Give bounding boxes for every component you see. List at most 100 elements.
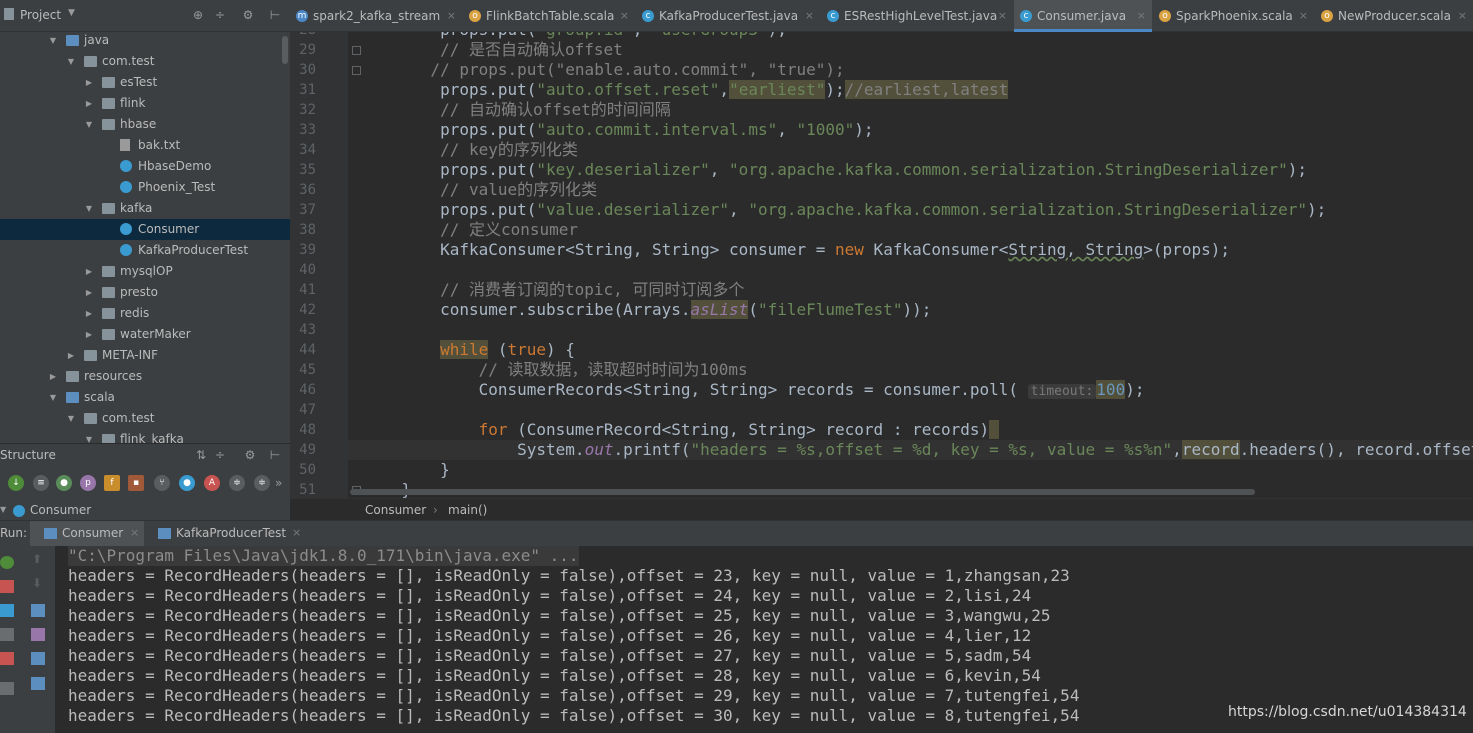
tree-item[interactable]: ▶ waterMaker [0,324,290,345]
locate-icon[interactable]: ⊕ [191,8,205,22]
camera-icon[interactable] [0,628,14,641]
fold-icon[interactable] [352,66,361,75]
chevron-icon[interactable]: ▶ [84,261,94,282]
tree-item[interactable]: bak.txt [0,135,290,156]
chevron-icon[interactable]: ▼ [48,387,58,408]
code-editor[interactable]: 28 29 30 31 32 33 34 35 36 37 38 39 40 41 42 43 44 45 46 47… [290,32,1473,498]
project-dropdown-icon[interactable]: ▼ [68,8,75,18]
close-icon[interactable]: × [447,0,456,32]
chevron-down-icon[interactable]: ▼ [0,505,6,514]
wrap-icon[interactable] [31,604,45,617]
lock-icon[interactable]: ▪ [128,475,144,491]
chevron-icon[interactable]: ▼ [84,114,94,135]
stop-icon[interactable] [0,580,14,593]
down-arrow-icon[interactable]: ⬇ [32,576,42,590]
abstract-icon[interactable]: A [204,475,220,491]
close-icon[interactable]: × [1137,0,1146,32]
chevron-icon[interactable]: ▶ [84,72,94,93]
tree-item[interactable]: KafkaProducerTest [0,240,290,261]
tree-item[interactable]: HbaseDemo [0,156,290,177]
close-icon[interactable]: × [620,0,629,32]
tree-item[interactable]: ▶ META-INF [0,345,290,366]
tree-item[interactable]: ▼ scala [0,387,290,408]
editor-tab[interactable]: o SparkPhoenix.scala × [1153,0,1314,32]
chevron-icon[interactable]: ▶ [84,282,94,303]
scroll-end-icon[interactable] [31,628,45,641]
run-tab-kafkaproducertest[interactable]: KafkaProducerTest × [146,521,306,547]
up-arrow-icon[interactable]: ⬆ [32,552,42,566]
editor-horizontal-scrollbar[interactable] [350,489,1255,495]
collapse-all-icon[interactable]: ÷ [213,8,227,22]
code-token: "earliest" [729,80,826,99]
trash-icon[interactable] [31,677,45,690]
breadcrumb-method[interactable]: main() [448,499,487,521]
tree-item[interactable]: ▼ kafka [0,198,290,219]
tree-item[interactable]: ▼ com.test [0,51,290,72]
collapse-icon[interactable]: ≑ [254,475,270,491]
chevron-icon[interactable]: ▶ [84,324,94,345]
tree-item[interactable]: Phoenix_Test [0,177,290,198]
editor-tab[interactable]: c KafkaProducerTest.java × [636,0,820,32]
field-icon[interactable]: f [104,475,120,491]
close-icon[interactable]: × [130,526,139,539]
chevron-icon[interactable]: ▼ [66,51,76,72]
chevron-icon[interactable]: ▼ [66,408,76,429]
tree-item[interactable]: ▶ presto [0,282,290,303]
expand-icon[interactable]: ≑ [229,475,245,491]
editor-tab[interactable]: c Consumer.java × [1014,0,1152,32]
hide-icon[interactable]: ⊢ [268,448,282,462]
sort-visibility-icon[interactable]: ≡ [33,475,49,491]
hide-icon[interactable]: ⊢ [268,8,282,22]
structure-root[interactable]: Consumer [30,503,91,517]
code-token: record [1181,440,1240,459]
close-icon[interactable]: × [998,0,1007,32]
show-inherited-icon[interactable]: ● [56,475,72,491]
console-line: "C:\Program Files\Java\jdk1.8.0_171\bin\… [68,546,579,566]
chevron-icon[interactable]: ▶ [66,345,76,366]
tree-item[interactable]: ▶ redis [0,303,290,324]
project-scrollbar[interactable] [282,36,288,64]
chevron-icon[interactable]: ▼ [84,429,94,443]
layout-icon[interactable] [0,682,14,695]
lambda-icon[interactable]: ● [179,475,195,491]
tree-item[interactable]: ▼ flink_kafka [0,429,290,443]
tree-item[interactable]: ▶ mysqlOP [0,261,290,282]
run-tab-consumer[interactable]: Consumer × [30,521,144,547]
gear-icon[interactable]: ⚙ [241,8,255,22]
editor-tab[interactable]: o FlinkBatchTable.scala × [463,0,635,32]
pause-icon[interactable] [0,604,14,617]
close-icon[interactable]: × [1299,0,1308,32]
chevron-icon[interactable]: ▼ [84,198,94,219]
tree-item[interactable]: ▶ resources [0,366,290,387]
exit-icon[interactable] [0,652,14,665]
collapse-icon[interactable]: ÷ [213,448,227,462]
tree-item[interactable]: ▶ flink [0,93,290,114]
anonymous-icon[interactable]: ⑂ [154,475,170,491]
fold-icon[interactable] [352,46,361,55]
editor-tab[interactable]: o NewProducer.scala × [1315,0,1473,32]
tree-item[interactable]: ▼ hbase [0,114,290,135]
editor-tab[interactable]: c ESRestHighLevelTest.java × [821,0,1013,32]
sort-alpha-icon[interactable]: ↓ [8,475,24,491]
chevron-icon[interactable]: ▶ [48,366,58,387]
close-icon[interactable]: × [1458,0,1467,32]
tree-item[interactable]: ▶ esTest [0,72,290,93]
chevron-icon[interactable]: ▶ [84,93,94,114]
project-title[interactable]: Project [20,8,61,22]
property-icon[interactable]: p [80,475,96,491]
print-icon[interactable] [31,652,45,665]
sort-icon[interactable]: ⇅ [194,448,208,462]
close-icon[interactable]: × [292,526,301,539]
tree-item[interactable]: ▼ com.test [0,408,290,429]
editor-tab[interactable]: m spark2_kafka_stream × [290,0,462,32]
gear-icon[interactable]: ⚙ [243,448,257,462]
chevron-icon[interactable]: ▼ [48,30,58,51]
code-token: "org.apache.kafka.common.serialization.S… [748,200,1308,219]
tree-item[interactable]: ▼ java [0,30,290,51]
breadcrumb-class[interactable]: Consumer [365,499,426,521]
more-icon[interactable]: » [275,476,282,490]
tree-item[interactable]: Consumer [0,219,290,240]
chevron-icon[interactable]: ▶ [84,303,94,324]
rerun-icon[interactable] [0,556,14,569]
close-icon[interactable]: × [805,0,814,32]
